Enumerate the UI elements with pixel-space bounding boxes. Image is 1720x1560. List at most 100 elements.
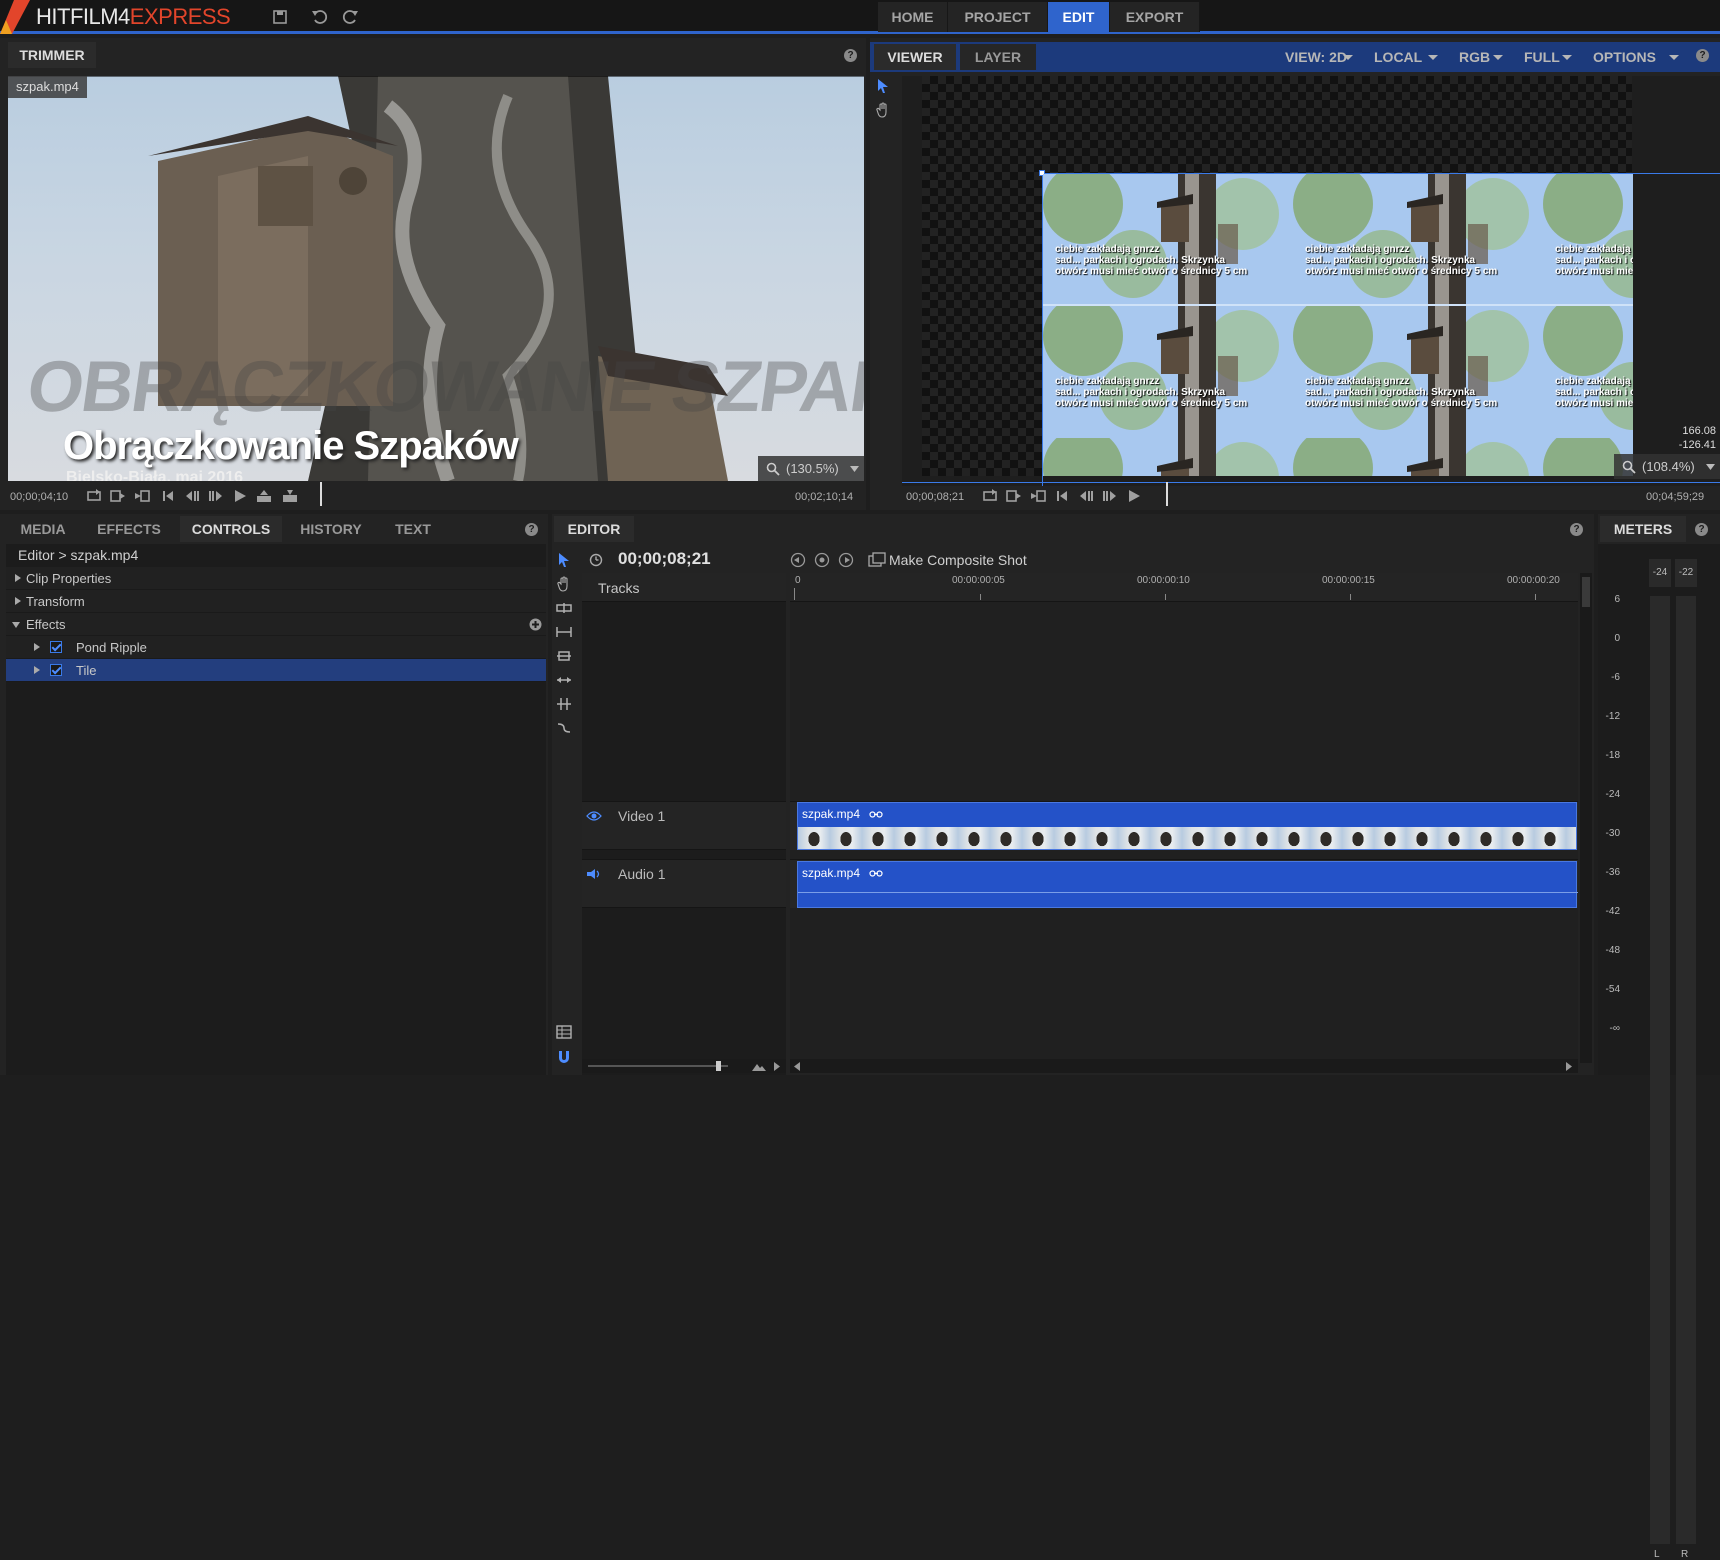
tab-project[interactable]: PROJECT [948,2,1048,32]
overlay-clip-icon[interactable] [134,489,150,503]
options-dropdown[interactable]: OPTIONS [1583,44,1687,70]
scroll-right-arrow-icon[interactable] [1566,1062,1572,1071]
add-effect-icon[interactable] [529,618,542,631]
tree-row-effects[interactable]: Effects [6,613,546,636]
insert-clip-icon[interactable] [110,489,126,503]
undo-icon[interactable] [310,7,330,27]
expand-arrow-icon[interactable] [34,643,40,651]
next-keyframe-icon[interactable] [838,552,854,568]
tree-row-tile[interactable]: Tile [6,659,546,682]
tab-editor[interactable]: EDITOR [554,516,634,542]
ruler-tick [1535,594,1536,600]
thumbnails-toggle-icon[interactable] [555,1023,573,1041]
roll-edit-tool-icon[interactable] [555,695,573,713]
snapping-magnet-icon[interactable] [555,1048,573,1066]
expand-arrow-icon[interactable] [15,574,21,582]
play-icon[interactable] [1126,489,1142,503]
slip-tool-icon[interactable] [555,623,573,641]
viewer-help-icon[interactable]: ? [1696,49,1709,62]
view-mode-dropdown[interactable]: VIEW: 2D [1275,44,1361,70]
tab-viewer[interactable]: VIEWER [874,44,956,70]
loop-icon[interactable] [982,489,998,503]
audio-track-header[interactable]: Audio 1 [582,859,786,908]
zoom-slider-handle[interactable] [716,1061,721,1071]
trimmer-zoom-control[interactable]: (130.5%) [758,456,864,481]
tab-export[interactable]: EXPORT [1110,2,1200,32]
selection-tool-icon[interactable] [555,551,573,569]
zoom-slider-track[interactable] [588,1065,728,1067]
ruler-tick [980,594,981,600]
zoom-mountain-icon[interactable] [752,1062,766,1071]
save-icon[interactable] [270,7,290,27]
tab-controls[interactable]: CONTROLS [180,516,282,542]
tab-effects[interactable]: EFFECTS [84,516,174,542]
tab-home[interactable]: HOME [878,2,948,32]
eye-visibility-icon[interactable] [586,810,602,822]
loop-icon[interactable] [86,489,102,503]
trimmer-video-frame[interactable]: OBRĄCZKOWANIE SZPAKÓW Obrączkowanie Szpa… [8,76,864,481]
step-forward-icon[interactable] [208,489,224,503]
mark-in-out-icon[interactable] [256,489,272,503]
editor-timecode[interactable]: 00;00;08;21 [618,549,711,569]
tab-history[interactable]: HISTORY [288,516,374,542]
trimmer-playhead[interactable] [320,482,322,506]
collapse-arrow-icon[interactable] [12,622,20,628]
tab-text[interactable]: TEXT [380,516,446,542]
hand-tool-icon[interactable] [555,575,573,593]
video-track-header[interactable]: Video 1 [582,801,786,850]
skip-to-start-icon[interactable] [1054,489,1070,503]
video-track-name: Video 1 [618,808,666,824]
audio-clip[interactable]: szpak.mp4 [797,861,1578,908]
rate-stretch-tool-icon[interactable] [555,719,573,737]
trimmer-help-icon[interactable]: ? [844,49,857,62]
tree-row-transform[interactable]: Transform [6,590,546,613]
select-tool-icon[interactable] [876,78,890,94]
export-frame-icon[interactable] [282,489,298,503]
tree-row-clip-properties[interactable]: Clip Properties [6,567,546,590]
expand-arrow-icon[interactable] [34,666,40,674]
composite-shot-icon[interactable] [868,552,886,568]
tab-edit[interactable]: EDIT [1048,2,1110,32]
overlay-clip-icon[interactable] [1030,489,1046,503]
tree-row-pond-ripple[interactable]: Pond Ripple [6,636,546,659]
tab-media[interactable]: MEDIA [8,516,78,542]
step-back-icon[interactable] [184,489,200,503]
viewer-canvas[interactable]: ciebie zakładają gnrzz sad... parkach i o… [902,76,1720,486]
controls-help-icon[interactable]: ? [525,523,538,536]
step-forward-icon[interactable] [1102,489,1118,503]
pan-tool-icon[interactable] [876,102,890,118]
step-back-icon[interactable] [1078,489,1094,503]
tab-layer[interactable]: LAYER [960,44,1036,70]
effect-enabled-checkbox[interactable] [50,664,62,676]
make-composite-shot-button[interactable]: Make Composite Shot [889,552,1027,568]
skip-to-start-icon[interactable] [160,489,176,503]
timeline-horizontal-scrollbar[interactable] [790,1059,1578,1073]
resolution-dropdown[interactable]: FULL [1514,44,1580,70]
editor-help-icon[interactable]: ? [1570,523,1583,536]
scrollbar-thumb[interactable] [1582,577,1590,607]
add-keyframe-icon[interactable] [814,552,830,568]
play-icon[interactable] [232,489,248,503]
previous-keyframe-icon[interactable] [790,552,806,568]
channel-dropdown[interactable]: RGB [1449,44,1511,70]
slide-tool-icon[interactable] [555,647,573,665]
effect-enabled-checkbox[interactable] [50,641,62,653]
scroll-left-arrow-icon[interactable] [794,1062,800,1071]
tab-trimmer[interactable]: TRIMMER [8,42,96,68]
viewer-zoom-control[interactable]: (108.4%) [1614,454,1720,479]
redo-icon[interactable] [340,7,360,27]
speaker-icon[interactable] [586,868,602,880]
scroll-right-arrow-icon[interactable] [774,1062,780,1071]
viewer-playhead[interactable] [1166,482,1168,506]
coordinate-space-dropdown[interactable]: LOCAL [1364,44,1446,70]
meters-help-icon[interactable]: ? [1695,523,1708,536]
insert-clip-icon[interactable] [1006,489,1022,503]
magnifier-icon [766,462,780,476]
slice-tool-icon[interactable] [555,599,573,617]
channel-label-left: L [1654,1549,1660,1560]
ripple-edit-tool-icon[interactable] [555,671,573,689]
tab-meters[interactable]: METERS [1600,516,1686,542]
expand-arrow-icon[interactable] [15,597,21,605]
video-clip[interactable]: szpak.mp4 [797,802,1577,850]
tile-caption-2: ciebie zakładają gnrzz sad... parkach i o… [1305,244,1498,277]
